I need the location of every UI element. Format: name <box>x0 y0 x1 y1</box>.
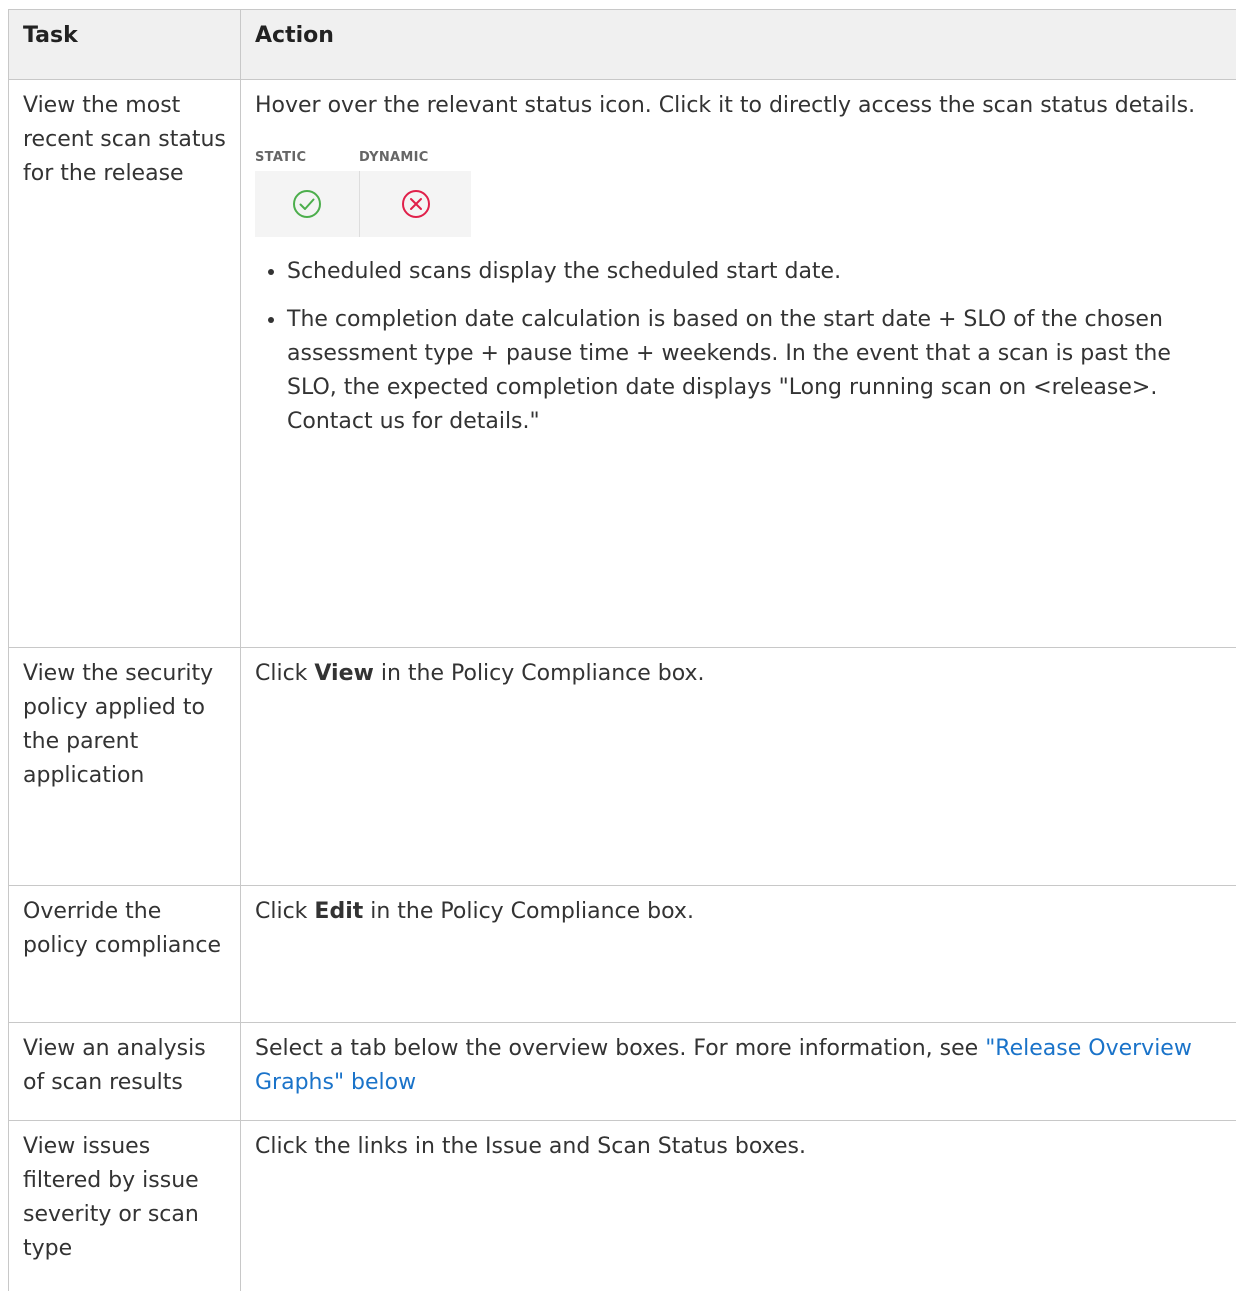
task-cell: View the most recent scan status for the… <box>9 80 241 648</box>
action-cell: Select a tab below the overview boxes. F… <box>241 1023 1236 1121</box>
action-cell: Hover over the relevant status icon. Cli… <box>241 80 1236 648</box>
task-cell: View an analysis of scan results <box>9 1023 241 1121</box>
header-action: Action <box>241 10 1236 80</box>
check-circle-icon[interactable] <box>292 189 322 219</box>
action-suffix: in the Policy Compliance box. <box>374 661 705 686</box>
task-cell: Override the policy compliance <box>9 886 241 1023</box>
action-cell: Click the links in the Issue and Scan St… <box>241 1121 1236 1291</box>
task-action-table: Task Action View the most recent scan st… <box>8 9 1236 1291</box>
task-cell: View issues filtered by issue severity o… <box>9 1121 241 1291</box>
dynamic-label: DYNAMIC <box>359 141 429 163</box>
action-prefix: Click <box>255 661 314 686</box>
notes-list: Scheduled scans display the scheduled st… <box>255 255 1223 439</box>
table-row: View the most recent scan status for the… <box>9 80 1236 648</box>
action-keyword: Edit <box>314 899 363 924</box>
table-row: View the security policy applied to the … <box>9 648 1236 886</box>
action-suffix: in the Policy Compliance box. <box>363 899 694 924</box>
action-prefix: Click <box>255 899 314 924</box>
table-row: View issues filtered by issue severity o… <box>9 1121 1236 1291</box>
static-status-cell[interactable] <box>255 171 359 237</box>
scan-status-figure: STATIC DYNAMIC <box>255 141 475 237</box>
action-cell: Click View in the Policy Compliance box. <box>241 648 1236 886</box>
list-item: The completion date calculation is based… <box>287 303 1223 439</box>
x-circle-icon[interactable] <box>401 189 431 219</box>
static-label: STATIC <box>255 141 359 163</box>
table-row: Override the policy compliance Click Edi… <box>9 886 1236 1023</box>
header-task: Task <box>9 10 241 80</box>
action-cell: Click Edit in the Policy Compliance box. <box>241 886 1236 1023</box>
list-item: Scheduled scans display the scheduled st… <box>287 255 1223 289</box>
dynamic-status-cell[interactable] <box>359 171 471 237</box>
action-text: Hover over the relevant status icon. Cli… <box>255 89 1223 123</box>
table-header-row: Task Action <box>9 10 1236 80</box>
scan-status-figure-header: STATIC DYNAMIC <box>255 141 475 163</box>
action-prefix: Select a tab below the overview boxes. F… <box>255 1036 985 1061</box>
table-row: View an analysis of scan results Select … <box>9 1023 1236 1121</box>
scan-status-icons <box>255 171 471 237</box>
action-keyword: View <box>314 661 373 686</box>
task-cell: View the security policy applied to the … <box>9 648 241 886</box>
